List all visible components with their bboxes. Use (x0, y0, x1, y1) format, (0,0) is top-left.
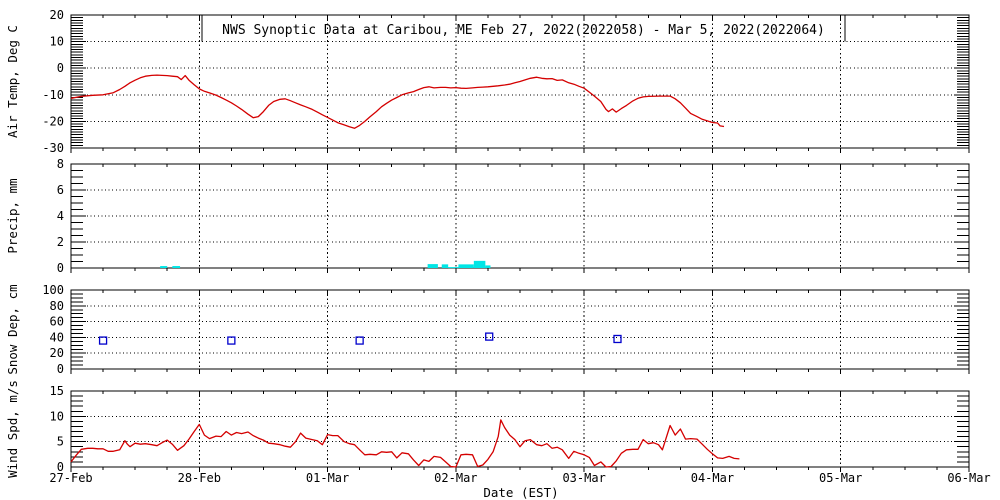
y-tick-label: 80 (50, 299, 64, 313)
precipitation-bar (473, 260, 486, 268)
air-temperature-axis-title: Air Temp, Deg C (5, 25, 20, 138)
snow-depth-marker (227, 336, 236, 345)
precipitation-bar (172, 266, 181, 268)
x-tick-label: 03-Mar (562, 471, 605, 485)
air-temperature-line (70, 74, 725, 129)
precipitation-bar (485, 265, 491, 268)
precipitation-bars (160, 260, 491, 269)
wind-speed-axis-title: Wind Spd, m/s (5, 380, 20, 478)
y-tick-label: 40 (50, 330, 64, 344)
synoptic-meteogram-chart: -30 -20 -10 0 10 20 Air Temp, Deg C 0 2 4 6 8 Precip… (5, 8, 991, 500)
y-tick-label: 100 (42, 283, 64, 297)
y-tick-label: 60 (50, 315, 64, 329)
y-tick-label: 10 (50, 35, 64, 49)
y-tick-label: -10 (42, 88, 64, 102)
y-tick-label: 6 (57, 183, 64, 197)
y-tick-label: 15 (50, 384, 64, 398)
precipitation-axes (70, 163, 970, 273)
y-tick-label: 2 (57, 235, 64, 249)
y-tick-label: 4 (57, 209, 64, 223)
y-tick-label: 20 (50, 8, 64, 22)
precipitation-bar (427, 264, 438, 268)
precipitation-panel: 0 2 4 6 8 Precip, mm (5, 157, 970, 275)
y-tick-label: 10 (50, 409, 64, 423)
y-tick-label: -30 (42, 141, 64, 155)
precipitation-axis-title: Precip, mm (5, 178, 20, 253)
x-tick-label: 06-Mar (947, 471, 990, 485)
wind-speed-axes (70, 390, 970, 472)
snow-depth-panel: 0 20 4060 80 100 Snow Dep, cm (5, 283, 970, 376)
snow-depth-marker (613, 334, 622, 344)
y-tick-label: 0 (57, 261, 64, 275)
y-tick-label: 20 (50, 346, 64, 360)
snow-depth-frame (70, 289, 970, 370)
y-tick-label: 0 (57, 362, 64, 376)
wind-speed-frame (70, 390, 970, 468)
precipitation-bar (160, 266, 168, 268)
x-tick-label: 28-Feb (178, 471, 221, 485)
x-tick-label: 02-Mar (434, 471, 477, 485)
x-tick-label: 05-Mar (819, 471, 862, 485)
snow-depth-marker (485, 332, 494, 341)
x-tick-label: 27-Feb (49, 471, 92, 485)
y-tick-label: 8 (57, 157, 64, 171)
precipitation-bar (458, 264, 474, 268)
precipitation-bar (441, 264, 449, 268)
x-axis-labels: 27-Feb 28-Feb 01-Mar 02-Mar 03-Mar 04-Mar 05-M… (49, 471, 990, 485)
snow-depth-marker (98, 336, 108, 345)
wind-speed-line (70, 419, 740, 468)
precipitation-bar (448, 267, 459, 269)
x-tick-label: 04-Mar (691, 471, 734, 485)
chart-title: NWS Synoptic Data at Caribou, ME Feb 27,… (222, 23, 825, 38)
synoptic-meteogram-figure: -30 -20 -10 0 10 20 Air Temp, Deg C 0 2 4 6 8 Precip… (0, 0, 1000, 500)
x-axis-title: Date (EST) (483, 485, 558, 500)
y-tick-label: -20 (42, 114, 64, 128)
snow-depth-points (98, 332, 622, 345)
wind-speed-panel: 051015Wind Spd, m/s (5, 380, 970, 478)
snow-depth-axes (70, 289, 970, 374)
y-tick-label: 5 (57, 435, 64, 449)
x-tick-label: 01-Mar (306, 471, 349, 485)
snow-depth-marker (355, 336, 364, 345)
snow-depth-axis-title: Snow Dep, cm (5, 284, 20, 374)
y-tick-label: 0 (57, 61, 64, 75)
